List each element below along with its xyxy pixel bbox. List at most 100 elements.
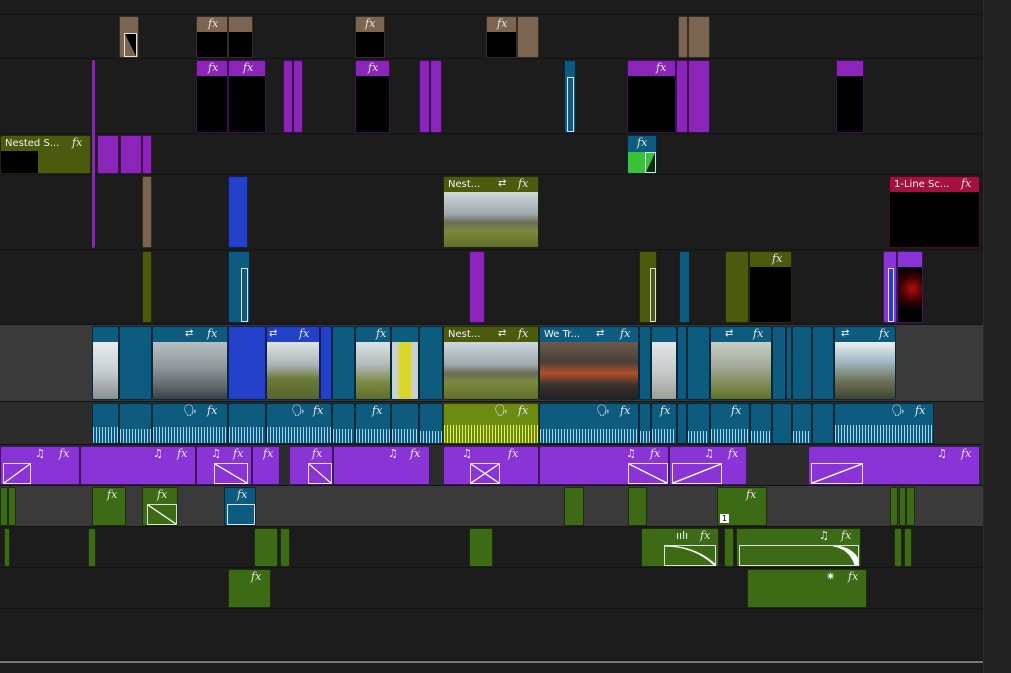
clip-v5-4[interactable] <box>142 135 152 174</box>
clip-v6-9[interactable] <box>564 60 576 133</box>
clip-line-scene[interactable]: 1-Line Sc... fx <box>889 176 980 248</box>
music-a2-3[interactable]: ♫ fx <box>196 446 252 485</box>
clip-v6-13[interactable] <box>836 60 864 133</box>
clip-v6-7[interactable] <box>419 60 430 133</box>
sfx-a4-9[interactable] <box>894 528 902 567</box>
clip-nested-sequence[interactable]: Nested S... fx <box>0 135 91 174</box>
clip-v3-3[interactable] <box>469 251 485 323</box>
clip-v6-10[interactable]: fx <box>627 60 676 133</box>
sfx-a3-3[interactable]: fx <box>92 487 126 526</box>
sfx-a3-10[interactable] <box>899 487 906 526</box>
clip-v3-2[interactable] <box>228 251 250 323</box>
clip-v2-5[interactable]: ⇄ fx <box>266 326 320 400</box>
clip-v2-7[interactable] <box>332 326 355 400</box>
clip-v6-1[interactable] <box>92 60 95 248</box>
audio-a1-19[interactable] <box>792 403 812 444</box>
clip-v2-4[interactable] <box>228 326 266 400</box>
clip-v4-1[interactable] <box>142 176 152 248</box>
sfx-a3-9[interactable] <box>890 487 898 526</box>
music-a2-8[interactable]: ♫ fx <box>539 446 669 485</box>
audio-a1-16[interactable]: fx <box>710 403 750 444</box>
sfx-a4-7[interactable] <box>724 528 734 567</box>
clip-v4-2[interactable] <box>228 176 248 248</box>
sfx-a5-2[interactable]: ✷ fx <box>747 569 867 608</box>
clip-v3-7[interactable]: fx <box>749 251 792 323</box>
sfx-a4-10[interactable] <box>904 528 912 567</box>
clip-v6-6[interactable]: fx <box>355 60 390 133</box>
timeline-horizontal-scrollbar[interactable] <box>0 661 983 663</box>
clip-v3-6[interactable] <box>725 251 749 323</box>
transition[interactable] <box>567 77 574 132</box>
clip-v2-1[interactable] <box>92 326 119 400</box>
music-a2-10[interactable]: ♫ fx <box>808 446 980 485</box>
sfx-a4-4[interactable] <box>280 528 290 567</box>
audio-a1-17[interactable] <box>750 403 772 444</box>
audio-a1-4[interactable] <box>228 403 266 444</box>
audio-a1-15[interactable] <box>687 403 710 444</box>
clip-v2-10[interactable] <box>419 326 443 400</box>
audio-a1-we-tr[interactable]: 🗣 fx <box>539 403 639 444</box>
clip-v2-17[interactable]: ⇄ fx <box>710 326 772 400</box>
sfx-a3-1[interactable] <box>0 487 8 526</box>
clip-v2-9[interactable] <box>391 326 419 400</box>
clip-v7-2[interactable]: fx <box>196 16 228 58</box>
clip-v5-5[interactable]: fx <box>627 135 657 174</box>
sfx-a4-2[interactable] <box>88 528 96 567</box>
clip-v7-8[interactable] <box>688 16 710 58</box>
clip-v6-2[interactable]: fx <box>196 60 228 133</box>
clip-v2-15[interactable] <box>677 326 687 400</box>
transition[interactable] <box>888 268 894 322</box>
audio-a1-14[interactable] <box>677 403 687 444</box>
transition[interactable] <box>664 545 716 566</box>
clip-v2-22[interactable]: ⇄ fx <box>834 326 896 400</box>
sfx-a3-11[interactable] <box>906 487 915 526</box>
clip-v3-9[interactable] <box>897 251 923 323</box>
transition[interactable] <box>3 463 31 484</box>
clip-v7-7[interactable] <box>678 16 688 58</box>
sfx-a4-3[interactable] <box>254 528 278 567</box>
audio-a1-6[interactable] <box>332 403 355 444</box>
sfx-a3-4[interactable]: fx <box>142 487 178 526</box>
clip-v6-5[interactable] <box>293 60 303 133</box>
transition[interactable] <box>650 268 656 322</box>
clip-v6-3[interactable]: fx <box>228 60 266 133</box>
sfx-a4-6[interactable]: ıılı fx <box>641 528 719 567</box>
transition[interactable] <box>628 463 668 484</box>
clip-v2-3[interactable]: ⇄ fx <box>152 326 228 400</box>
audio-a1-13[interactable]: fx <box>651 403 677 444</box>
sfx-a3-5[interactable]: fx <box>224 487 256 526</box>
transition[interactable] <box>227 504 255 525</box>
clip-v2-18[interactable] <box>772 326 786 400</box>
music-a2-9[interactable]: ♫ fx <box>669 446 747 485</box>
audio-a1-5[interactable]: 🗣 fx <box>266 403 332 444</box>
audio-a1-12[interactable] <box>639 403 651 444</box>
clip-v7-4[interactable]: fx <box>355 16 385 58</box>
clip-v2-16[interactable] <box>687 326 710 400</box>
audio-a1-2[interactable] <box>119 403 152 444</box>
clip-v6-11[interactable] <box>676 60 688 133</box>
music-a2-5[interactable]: fx <box>289 446 333 485</box>
sfx-a4-1[interactable] <box>4 528 10 567</box>
sfx-a3-8[interactable]: fx 1 <box>717 487 767 526</box>
audio-a1-7[interactable]: fx <box>355 403 391 444</box>
clip-v6-4[interactable] <box>283 60 293 133</box>
transition[interactable] <box>672 463 722 484</box>
audio-a1-21[interactable]: 🗣 fx <box>834 403 934 444</box>
clip-v7-1[interactable] <box>119 16 139 58</box>
sfx-a4-8[interactable]: ♫ fx <box>736 528 861 567</box>
clip-v2-20[interactable] <box>792 326 812 400</box>
transition[interactable] <box>308 463 332 484</box>
clip-v7-5[interactable]: fx <box>486 16 517 58</box>
audio-a1-18[interactable] <box>772 403 792 444</box>
clip-v2-8[interactable]: fx <box>355 326 391 400</box>
transition[interactable] <box>470 463 500 484</box>
audio-a1-8[interactable] <box>391 403 419 444</box>
transition[interactable] <box>214 463 248 484</box>
clip-v6-8[interactable] <box>430 60 442 133</box>
clip-v3-4[interactable] <box>639 251 657 323</box>
clip-nest-v4[interactable]: Nest... ⇄ fx <box>443 176 539 248</box>
clip-v2-6[interactable] <box>320 326 332 400</box>
audio-a1-nest[interactable]: 🗣 fx <box>443 403 539 444</box>
sfx-a5-1[interactable]: fx <box>228 569 271 608</box>
clip-v6-12[interactable] <box>688 60 710 133</box>
